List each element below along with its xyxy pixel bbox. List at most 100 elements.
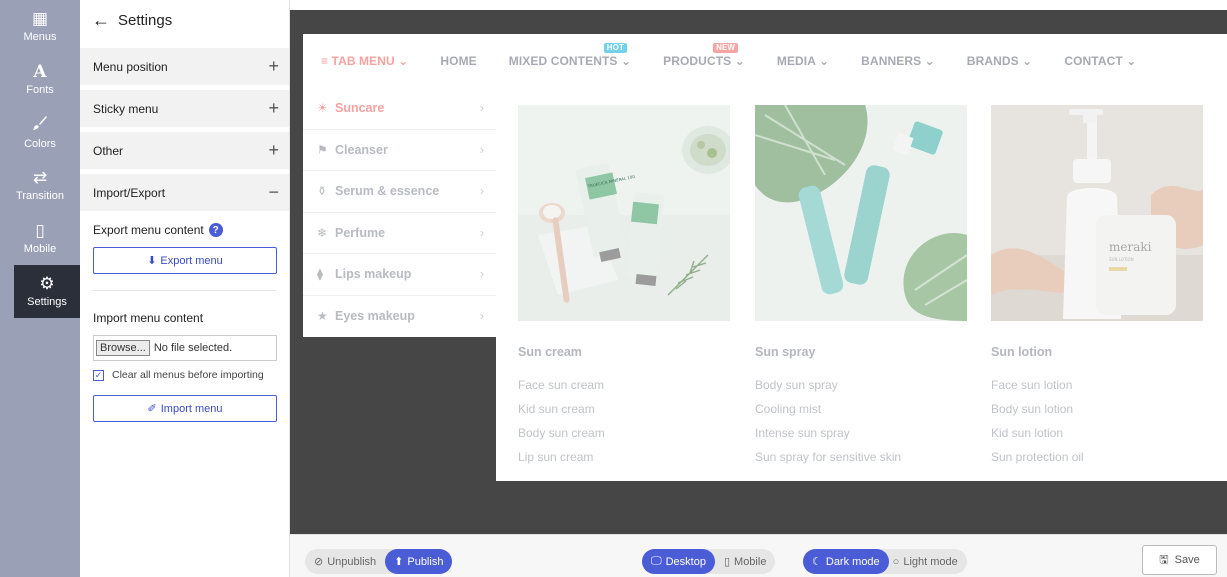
- export-label: Export menu content: [93, 223, 204, 237]
- tab-label: Perfume: [335, 225, 386, 240]
- rail-item-mobile[interactable]: ▯ Mobile: [0, 212, 80, 265]
- menu-item-media[interactable]: MEDIA ⌄: [777, 54, 829, 68]
- expand-icon: +: [268, 98, 279, 118]
- tab-cleanser[interactable]: ⚑ Cleanser ›: [303, 130, 496, 171]
- brush-icon: [32, 115, 48, 135]
- column-link[interactable]: Lip sun cream: [518, 450, 730, 465]
- bottle-icon: ⚱: [317, 184, 328, 199]
- save-button[interactable]: 🖫 Save: [1142, 545, 1217, 575]
- tab-label: Suncare: [335, 101, 385, 116]
- menu-item-mixed-contents[interactable]: MIXED CONTENTS ⌄ HOT: [509, 43, 631, 68]
- back-arrow-icon[interactable]: ←: [92, 10, 110, 31]
- chevron-right-icon: ›: [479, 225, 484, 240]
- sun-lotion-image[interactable]: meraki SUN LOTION: [991, 105, 1203, 321]
- chevron-right-icon: ›: [479, 309, 484, 324]
- tab-serum-essence[interactable]: ⚱ Serum & essence ›: [303, 171, 496, 213]
- expand-icon: +: [268, 140, 279, 160]
- upload-icon: ⬆: [394, 556, 404, 568]
- menu-item-products[interactable]: PRODUCTS ⌄ NEW: [663, 43, 745, 68]
- column-title[interactable]: Sun spray: [755, 345, 967, 359]
- menu-item-contact[interactable]: CONTACT ⌄: [1064, 54, 1136, 68]
- rail-item-fonts[interactable]: A Fonts: [0, 53, 80, 106]
- shuffle-icon: ⇄: [32, 168, 48, 187]
- column-link[interactable]: Kid sun lotion: [991, 426, 1203, 441]
- divider: [93, 290, 276, 291]
- section-label: Sticky menu: [93, 101, 159, 116]
- tab-label: Cleanser: [335, 142, 388, 157]
- sun-spray-image[interactable]: [755, 105, 967, 321]
- column-link[interactable]: Intense sun spray: [755, 426, 967, 441]
- checkbox[interactable]: ✓: [93, 369, 104, 381]
- unpublish-button[interactable]: ⊘ Unpublish: [305, 549, 385, 574]
- bottom-toolbar: ⊘ Unpublish ⬆ Publish 🖵 Desktop ▯ Mobile…: [290, 534, 1227, 577]
- section-import-export[interactable]: Import/Export −: [80, 174, 289, 211]
- light-mode-label: Light mode: [903, 555, 958, 568]
- tab-label: Lips makeup: [335, 267, 412, 282]
- preview-menubar: ≡ TAB MENU ⌄ HOME MIXED CONTENTS ⌄ HOT P…: [303, 34, 1227, 88]
- section-label: Other: [93, 143, 124, 158]
- tab-eyes-makeup[interactable]: ★ Eyes makeup ›: [303, 296, 496, 338]
- menu-item-brands[interactable]: BRANDS ⌄: [967, 54, 1033, 68]
- rail-label: Transition: [16, 190, 64, 202]
- rail-label: Menus: [23, 31, 57, 43]
- column-link[interactable]: Face sun cream: [518, 378, 730, 393]
- section-label: Import/Export: [93, 185, 166, 200]
- sun-cream-image[interactable]: TRUECICA MINERAL 100: [518, 105, 730, 321]
- publish-toggle: ⊘ Unpublish ⬆ Publish: [305, 549, 453, 574]
- mobile-icon: ▯: [35, 221, 45, 240]
- icon-rail: ▦ Menus A Fonts Colors ⇄ Transition ▯ Mo…: [0, 0, 80, 577]
- column-link[interactable]: Sun spray for sensitive skin: [755, 450, 967, 465]
- bottle-brand-text: meraki: [1109, 240, 1152, 254]
- settings-panel: ← Settings Menu position + Sticky menu +…: [80, 0, 290, 577]
- dark-mode-button[interactable]: ☾ Dark mode: [803, 549, 889, 574]
- download-icon: ⬇: [147, 255, 157, 267]
- tab-lips-makeup[interactable]: ⧫ Lips makeup ›: [303, 254, 496, 296]
- column-link[interactable]: Body sun spray: [755, 378, 967, 393]
- light-mode-button[interactable]: ○ Light mode: [889, 549, 967, 574]
- section-menu-position[interactable]: Menu position +: [80, 48, 289, 85]
- rail-item-menus[interactable]: ▦ Menus: [0, 0, 80, 53]
- export-button-label: Export menu: [160, 254, 223, 267]
- lipstick-icon: ⧫: [317, 267, 323, 282]
- chevron-right-icon: ›: [479, 184, 484, 199]
- help-icon[interactable]: ?: [208, 223, 223, 237]
- chevron-right-icon: ›: [479, 267, 484, 282]
- column-link[interactable]: Kid sun cream: [518, 402, 730, 417]
- column-link[interactable]: Body sun lotion: [991, 402, 1203, 417]
- file-input[interactable]: Browse... No file selected.: [93, 335, 277, 361]
- dark-mode-label: Dark mode: [825, 555, 880, 568]
- menu-item-home[interactable]: HOME: [440, 54, 476, 68]
- column-link[interactable]: Sun protection oil: [991, 450, 1203, 465]
- tab-content: TRUECICA MINERAL 100 Sun cream Face sun …: [496, 88, 1227, 481]
- clear-menus-checkbox-row[interactable]: ✓ Clear all menus before importing: [93, 369, 276, 381]
- browse-button[interactable]: Browse...: [96, 340, 150, 356]
- menu-item-tab-menu[interactable]: ≡ TAB MENU ⌄: [321, 54, 408, 68]
- tab-perfume[interactable]: ❄ Perfume ›: [303, 213, 496, 254]
- export-menu-button[interactable]: ⬇ Export menu: [93, 247, 277, 274]
- section-other[interactable]: Other +: [80, 132, 289, 169]
- tab-suncare[interactable]: ☀ Suncare ›: [303, 88, 496, 130]
- import-icon: ✐: [147, 403, 157, 415]
- rail-item-transition[interactable]: ⇄ Transition: [0, 159, 80, 212]
- expand-icon: +: [268, 56, 279, 76]
- theme-toggle: ☾ Dark mode ○ Light mode: [803, 549, 967, 574]
- section-sticky-menu[interactable]: Sticky menu +: [80, 90, 289, 127]
- column-title[interactable]: Sun lotion: [991, 345, 1203, 359]
- desktop-button[interactable]: 🖵 Desktop: [642, 549, 715, 574]
- rail-label: Settings: [27, 296, 67, 308]
- desktop-icon: 🖵: [651, 555, 662, 567]
- mobile-button[interactable]: ▯ Mobile: [715, 549, 775, 574]
- import-menu-button[interactable]: ✐ Import menu: [93, 395, 277, 422]
- column-link[interactable]: Face sun lotion: [991, 378, 1203, 393]
- column-title[interactable]: Sun cream: [518, 345, 730, 359]
- panel-header: ← Settings: [80, 0, 289, 40]
- menu-item-banners[interactable]: BANNERS ⌄: [861, 54, 935, 68]
- column-link[interactable]: Cooling mist: [755, 402, 967, 417]
- checkbox-label: Clear all menus before importing: [112, 369, 264, 381]
- export-label-row: Export menu content ?: [93, 223, 276, 237]
- column-link[interactable]: Body sun cream: [518, 426, 730, 441]
- publish-button[interactable]: ⬆ Publish: [385, 549, 453, 574]
- rail-item-settings[interactable]: ⚙ Settings: [14, 265, 80, 318]
- rail-item-colors[interactable]: Colors: [0, 106, 80, 159]
- category-tabs: ☀ Suncare › ⚑ Cleanser › ⚱ Serum & essence …: [303, 88, 496, 337]
